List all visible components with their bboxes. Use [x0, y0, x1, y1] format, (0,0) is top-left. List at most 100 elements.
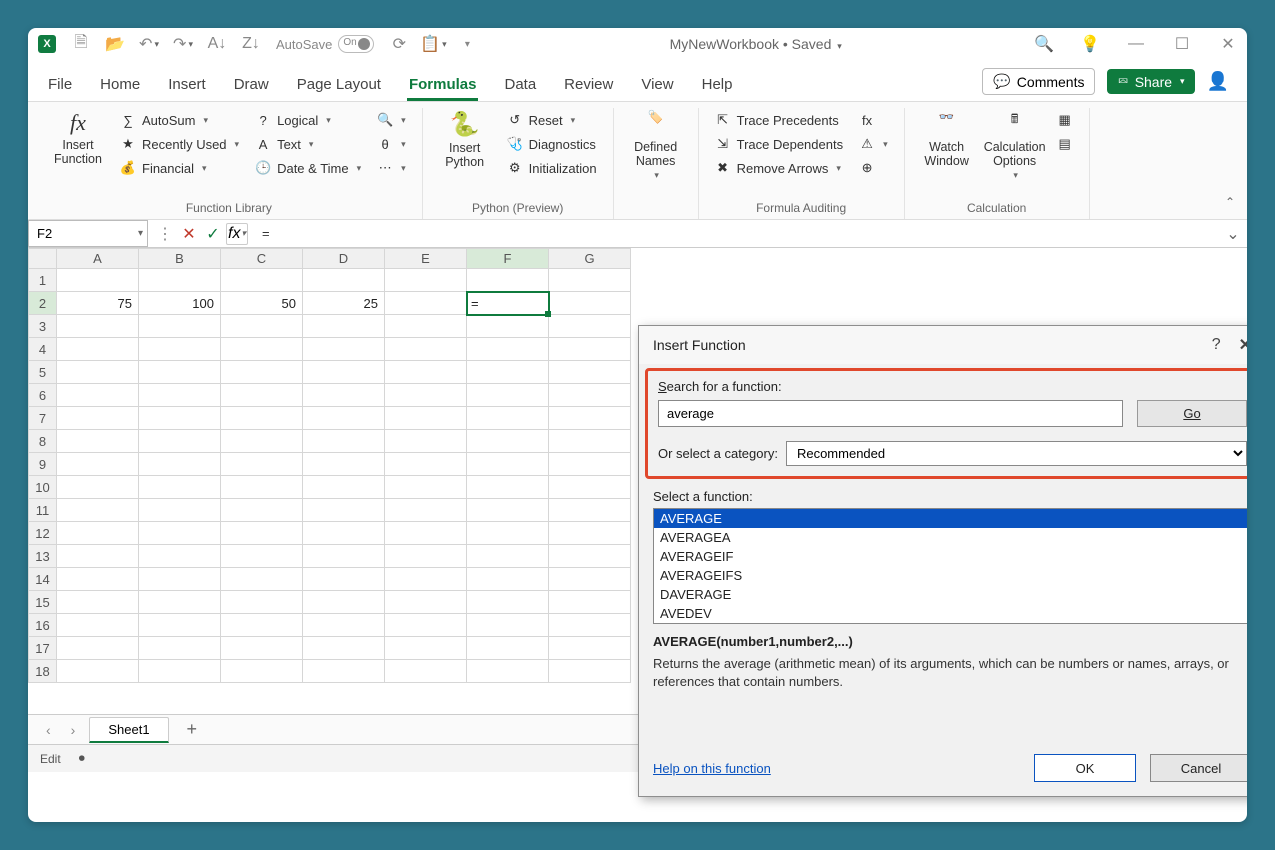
cell-B3[interactable] [139, 315, 221, 338]
tab-view[interactable]: View [639, 70, 675, 101]
cell-D16[interactable] [303, 614, 385, 637]
select-all-corner[interactable] [29, 249, 57, 269]
cell-B4[interactable] [139, 338, 221, 361]
function-item-averageif[interactable]: AVERAGEIF [654, 547, 1247, 566]
cell-A1[interactable] [57, 269, 139, 292]
maximize-button[interactable]: ☐ [1173, 35, 1191, 53]
function-list[interactable]: AVERAGEAVERAGEAAVERAGEIFAVERAGEIFSDAVERA… [653, 508, 1247, 624]
row-header-11[interactable]: 11 [29, 499, 57, 522]
col-header-F[interactable]: F [467, 249, 549, 269]
sort-asc-icon[interactable]: A↓ [208, 35, 226, 53]
tab-review[interactable]: Review [562, 70, 615, 101]
cell-E11[interactable] [385, 499, 467, 522]
row-header-18[interactable]: 18 [29, 660, 57, 683]
cell-G3[interactable] [549, 315, 631, 338]
cell-C12[interactable] [221, 522, 303, 545]
cell-G12[interactable] [549, 522, 631, 545]
math-button[interactable]: θ▾ [371, 134, 412, 154]
search-icon[interactable]: 🔍 [1035, 35, 1053, 53]
cell-A12[interactable] [57, 522, 139, 545]
cell-E2[interactable] [385, 292, 467, 315]
cell-E4[interactable] [385, 338, 467, 361]
insert-python-button[interactable]: 🐍 Insert Python [433, 108, 497, 199]
date-time-button[interactable]: 🕒Date & Time▾ [249, 158, 367, 178]
function-item-average[interactable]: AVERAGE [654, 509, 1247, 528]
cell-C14[interactable] [221, 568, 303, 591]
cell-B11[interactable] [139, 499, 221, 522]
cell-C18[interactable] [221, 660, 303, 683]
refresh-icon[interactable]: ⟳ [390, 35, 408, 53]
financial-button[interactable]: 💰Financial▾ [114, 158, 245, 178]
cell-F17[interactable] [467, 637, 549, 660]
cell-A14[interactable] [57, 568, 139, 591]
more-functions-button[interactable]: ⋯▾ [371, 158, 412, 178]
cell-F14[interactable] [467, 568, 549, 591]
function-item-covar[interactable]: COVAR [654, 623, 1247, 624]
cell-D14[interactable] [303, 568, 385, 591]
cell-G15[interactable] [549, 591, 631, 614]
cell-C6[interactable] [221, 384, 303, 407]
cell-A4[interactable] [57, 338, 139, 361]
cell-G13[interactable] [549, 545, 631, 568]
cell-D11[interactable] [303, 499, 385, 522]
cell-B8[interactable] [139, 430, 221, 453]
dialog-titlebar[interactable]: Insert Function ? ✕ [639, 326, 1247, 364]
cell-A3[interactable] [57, 315, 139, 338]
cell-E16[interactable] [385, 614, 467, 637]
cell-D9[interactable] [303, 453, 385, 476]
ok-button[interactable]: OK [1034, 754, 1136, 782]
cell-G1[interactable] [549, 269, 631, 292]
cell-C17[interactable] [221, 637, 303, 660]
cell-B6[interactable] [139, 384, 221, 407]
cell-E6[interactable] [385, 384, 467, 407]
cell-C2[interactable]: 50 [221, 292, 303, 315]
row-header-8[interactable]: 8 [29, 430, 57, 453]
col-header-D[interactable]: D [303, 249, 385, 269]
cell-A13[interactable] [57, 545, 139, 568]
lookup-button[interactable]: 🔍▾ [371, 110, 412, 130]
cell-F11[interactable] [467, 499, 549, 522]
cell-E3[interactable] [385, 315, 467, 338]
cell-A17[interactable] [57, 637, 139, 660]
idea-icon[interactable]: 💡 [1081, 35, 1099, 53]
cell-C5[interactable] [221, 361, 303, 384]
toggle-track[interactable]: On [338, 35, 374, 53]
cell-D18[interactable] [303, 660, 385, 683]
function-item-avedev[interactable]: AVEDEV [654, 604, 1247, 623]
row-header-12[interactable]: 12 [29, 522, 57, 545]
trace-precedents-button[interactable]: ⇱Trace Precedents [709, 110, 849, 130]
function-item-daverage[interactable]: DAVERAGE [654, 585, 1247, 604]
cell-F15[interactable] [467, 591, 549, 614]
cell-A7[interactable] [57, 407, 139, 430]
cell-D2[interactable]: 25 [303, 292, 385, 315]
cell-B1[interactable] [139, 269, 221, 292]
cell-C3[interactable] [221, 315, 303, 338]
row-header-16[interactable]: 16 [29, 614, 57, 637]
autosave-toggle[interactable]: AutoSave On [276, 35, 374, 53]
cell-D10[interactable] [303, 476, 385, 499]
cell-E7[interactable] [385, 407, 467, 430]
cell-G6[interactable] [549, 384, 631, 407]
tab-insert[interactable]: Insert [166, 70, 208, 101]
undo-icon[interactable]: ↶▾ [140, 35, 158, 53]
paste-options-icon[interactable]: 📋▾ [424, 35, 442, 53]
formula-bar-input[interactable]: = [254, 220, 1219, 247]
expand-formula-bar-icon[interactable]: ⌄ [1219, 220, 1247, 247]
reset-button[interactable]: ↺Reset▾ [501, 110, 603, 130]
cell-A16[interactable] [57, 614, 139, 637]
go-button[interactable]: Go [1137, 400, 1247, 427]
cell-E17[interactable] [385, 637, 467, 660]
cancel-button[interactable]: Cancel [1150, 754, 1247, 782]
col-header-E[interactable]: E [385, 249, 467, 269]
cell-C7[interactable] [221, 407, 303, 430]
evaluate-formula-button[interactable]: ⊕ [853, 158, 894, 178]
cell-F13[interactable] [467, 545, 549, 568]
cell-B2[interactable]: 100 [139, 292, 221, 315]
function-item-averagea[interactable]: AVERAGEA [654, 528, 1247, 547]
initialization-button[interactable]: ⚙Initialization [501, 158, 603, 178]
cell-B9[interactable] [139, 453, 221, 476]
tab-draw[interactable]: Draw [232, 70, 271, 101]
cell-E1[interactable] [385, 269, 467, 292]
sheet-nav-next[interactable]: › [65, 722, 82, 738]
cell-B10[interactable] [139, 476, 221, 499]
